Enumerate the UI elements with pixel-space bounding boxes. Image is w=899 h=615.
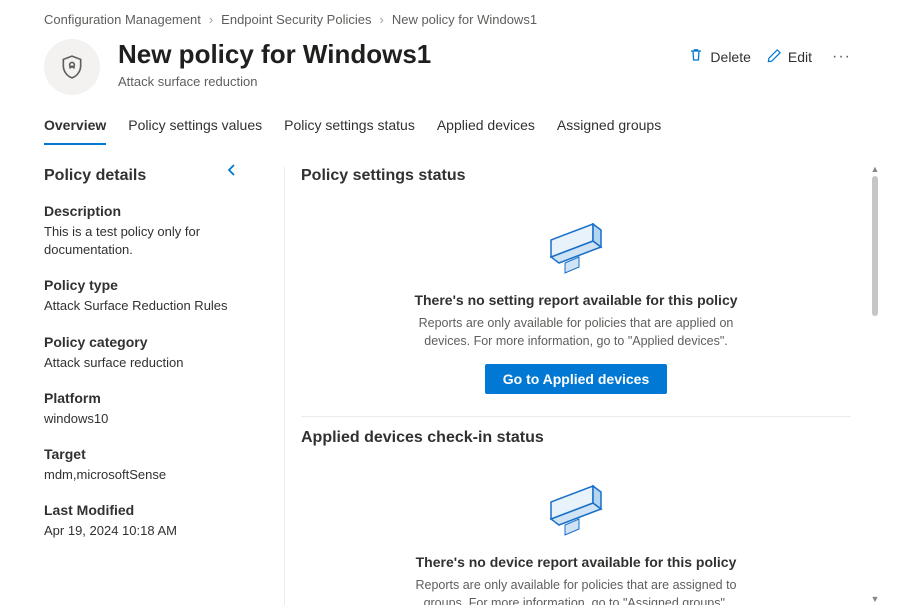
page-subtitle: Attack surface reduction [118,74,688,89]
detail-policy-category: Policy category Attack surface reduction [44,334,234,372]
detail-value: Attack surface reduction [44,354,234,372]
tab-bar: Overview Policy settings values Policy s… [0,109,899,145]
chevron-right-icon: › [379,12,383,27]
detail-value: windows10 [44,410,234,428]
empty-heading: There's no setting report available for … [341,292,811,308]
section-title: Applied devices check-in status [301,429,851,447]
delete-button[interactable]: Delete [688,47,750,66]
more-button[interactable]: ··· [828,48,855,66]
tab-settings-values[interactable]: Policy settings values [128,109,262,145]
detail-target: Target mdm,microsoftSense [44,446,234,484]
scroll-thumb[interactable] [872,176,878,316]
scrollbar[interactable]: ▲ ▼ [871,164,879,604]
scroll-up-icon[interactable]: ▲ [871,164,880,174]
empty-description: Reports are only available for policies … [406,314,746,350]
edit-label: Edit [788,49,812,65]
breadcrumb-item-current: New policy for Windows1 [392,12,537,27]
empty-state-settings: There's no setting report available for … [301,193,851,417]
checkin-status-section: Applied devices check-in status There's … [301,429,851,605]
page-title: New policy for Windows1 [118,39,688,70]
tab-assigned-groups[interactable]: Assigned groups [557,109,661,145]
detail-description: Description This is a test policy only f… [44,203,234,259]
detail-label: Target [44,446,234,462]
detail-policy-type: Policy type Attack Surface Reduction Rul… [44,277,234,315]
detail-value: This is a test policy only for documenta… [44,223,234,259]
breadcrumb: Configuration Management › Endpoint Secu… [0,0,899,33]
page-header: New policy for Windows1 Attack surface r… [0,33,899,109]
chevron-right-icon: › [209,12,213,27]
edit-icon [767,48,782,66]
more-icon: ··· [832,48,851,65]
detail-value: Attack Surface Reduction Rules [44,297,234,315]
detail-last-modified: Last Modified Apr 19, 2024 10:18 AM [44,502,234,540]
delete-icon [688,47,704,66]
policy-details-panel: Policy details Description This is a tes… [44,167,244,605]
empty-state-devices: There's no device report available for t… [301,455,851,605]
detail-label: Last Modified [44,502,234,518]
section-title: Policy settings status [301,167,851,185]
detail-label: Policy type [44,277,234,293]
tab-settings-status[interactable]: Policy settings status [284,109,415,145]
detail-platform: Platform windows10 [44,390,234,428]
delete-label: Delete [710,49,750,65]
monitor-icon [541,223,611,279]
tab-overview[interactable]: Overview [44,109,106,145]
tab-applied-devices[interactable]: Applied devices [437,109,535,145]
main-content: Policy settings status There's no settin… [301,167,899,605]
panel-title: Policy details [44,167,234,185]
detail-label: Policy category [44,334,234,350]
go-to-applied-devices-button[interactable]: Go to Applied devices [485,364,668,394]
breadcrumb-item-policies[interactable]: Endpoint Security Policies [221,12,371,27]
collapse-panel-button[interactable] [226,163,238,180]
scroll-down-icon[interactable]: ▼ [871,594,880,604]
detail-value: Apr 19, 2024 10:18 AM [44,522,234,540]
detail-label: Platform [44,390,234,406]
edit-button[interactable]: Edit [767,48,812,66]
detail-value: mdm,microsoftSense [44,466,234,484]
empty-description: Reports are only available for policies … [406,576,746,605]
vertical-divider [284,167,285,605]
monitor-icon [541,485,611,541]
policy-icon [44,39,100,95]
detail-label: Description [44,203,234,219]
settings-status-section: Policy settings status There's no settin… [301,167,851,417]
breadcrumb-item-config[interactable]: Configuration Management [44,12,201,27]
empty-heading: There's no device report available for t… [341,554,811,570]
